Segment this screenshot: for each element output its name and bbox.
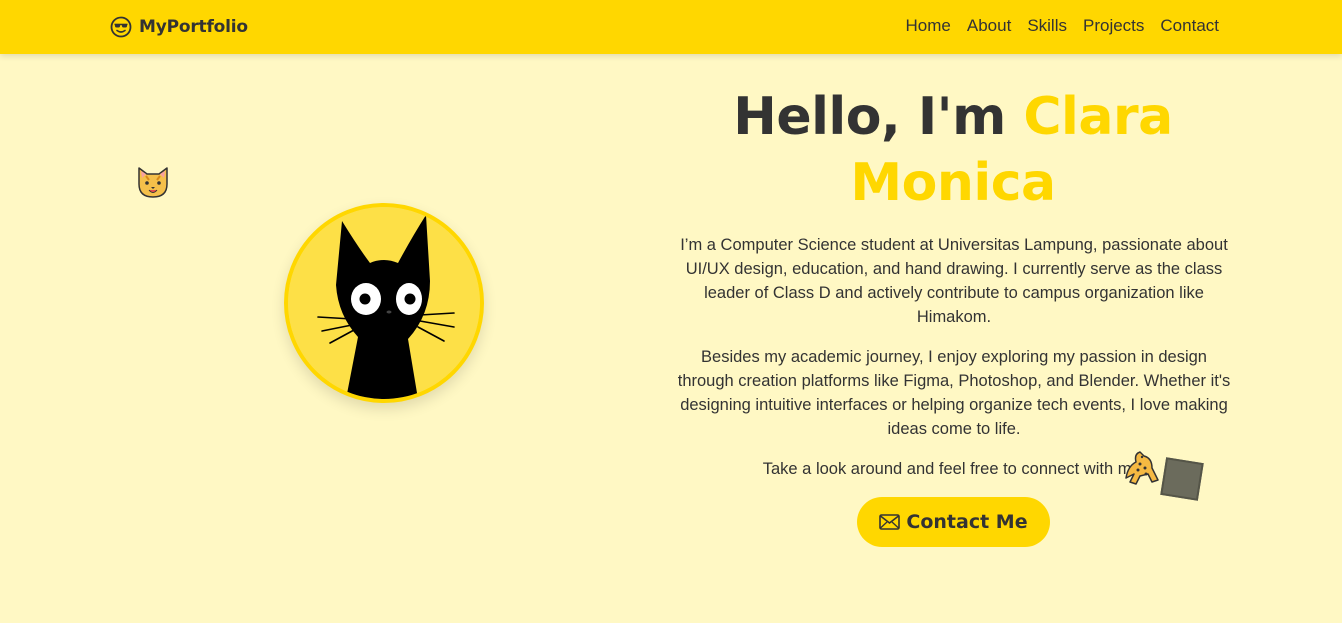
brand-logo[interactable]: MyPortfolio <box>110 14 248 40</box>
cat-face-emoji-icon <box>134 162 172 200</box>
nav-links: Home About Skills Projects Contact <box>906 16 1219 36</box>
envelope-icon <box>879 514 901 530</box>
brand-name: MyPortfolio <box>139 17 248 37</box>
contact-me-button[interactable]: Contact Me <box>857 497 1050 547</box>
gray-square-decoration <box>1160 457 1204 501</box>
bio-paragraph-2: Besides my academic journey, I enjoy exp… <box>677 348 1231 438</box>
bio-paragraph-1: I’m a Computer Science student at Univer… <box>680 236 1228 326</box>
nav-link-contact[interactable]: Contact <box>1160 16 1219 36</box>
nav-link-about[interactable]: About <box>967 16 1011 36</box>
navbar: MyPortfolio Home About Skills Projects C… <box>0 0 1342 54</box>
leopard-emoji-icon <box>1122 448 1162 488</box>
nav-link-projects[interactable]: Projects <box>1083 16 1144 36</box>
nav-link-skills[interactable]: Skills <box>1027 16 1067 36</box>
nav-link-home[interactable]: Home <box>906 16 951 36</box>
hero-title-prefix: Hello, I'm <box>733 87 1006 147</box>
smiling-face-with-sunglasses-icon <box>110 16 132 38</box>
contact-me-label: Contact Me <box>906 511 1028 533</box>
hero-title: Hello, I'm Clara Monica <box>700 84 1206 216</box>
avatar <box>284 203 484 403</box>
